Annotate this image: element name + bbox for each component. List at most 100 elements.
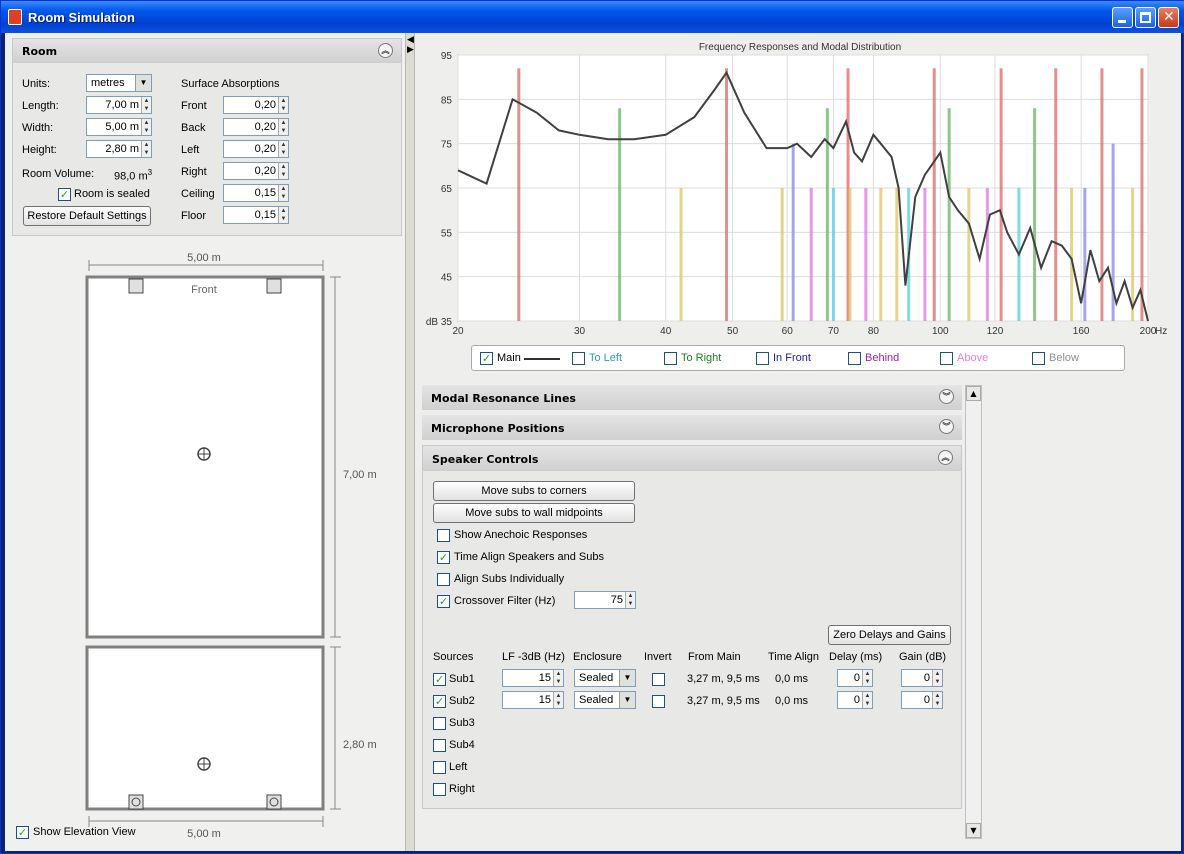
spinner-arrows-icon[interactable]: ▲ ▼ bbox=[625, 592, 635, 608]
show-elevation-checkbox[interactable]: ✓ bbox=[16, 826, 29, 839]
invert-checkbox[interactable]: ✓ bbox=[652, 695, 665, 708]
absorptions-title: Surface Absorptions bbox=[181, 78, 280, 90]
legend-checkbox-main[interactable]: ✓ bbox=[480, 352, 493, 365]
enclosure-select[interactable]: Sealed ▼ bbox=[574, 669, 636, 687]
spinner-arrows-icon[interactable]: ▲ ▼ bbox=[553, 692, 563, 708]
legend-checkbox-to-left[interactable]: ✓ bbox=[572, 352, 585, 365]
restore-defaults-button[interactable]: Restore Default Settings bbox=[23, 206, 151, 226]
elevation-mic-icon[interactable] bbox=[197, 757, 211, 771]
mode-line-2 bbox=[679, 188, 683, 321]
gain-spinner[interactable]: 0 ▲ ▼ bbox=[901, 669, 943, 687]
spinner-arrows-icon[interactable]: ▲ ▼ bbox=[278, 97, 288, 113]
crossover-checkbox[interactable]: ✓ bbox=[437, 595, 450, 608]
align-individually-checkbox[interactable]: ✓ bbox=[437, 573, 450, 586]
split-pane-divider[interactable]: ◀ ▶ bbox=[405, 33, 415, 851]
dropdown-arrow-icon[interactable]: ▼ bbox=[619, 692, 635, 708]
source-checkbox-right[interactable]: ✓ bbox=[433, 783, 446, 796]
width-label: Width: bbox=[22, 122, 54, 134]
mic-section-header[interactable]: Microphone Positions ︾ bbox=[422, 415, 962, 440]
sub1-elevation-icon[interactable] bbox=[128, 794, 144, 810]
title-bar[interactable]: Room Simulation ✕ bbox=[1, 1, 1184, 33]
x-tick-label: 30 bbox=[574, 326, 586, 337]
delay-spinner[interactable]: 0 ▲ ▼ bbox=[837, 691, 873, 709]
absorption-spinner-right[interactable]: 0,20 ▲ ▼ bbox=[223, 162, 289, 180]
room-sealed-checkbox[interactable]: ✓ bbox=[58, 188, 71, 201]
scroll-down-icon[interactable]: ▼ bbox=[966, 823, 981, 838]
invert-checkbox[interactable]: ✓ bbox=[652, 673, 665, 686]
spinner-arrows-icon[interactable]: ▲ ▼ bbox=[278, 207, 288, 223]
absorption-spinner-front[interactable]: 0,20 ▲ ▼ bbox=[223, 96, 289, 114]
maximize-button[interactable] bbox=[1135, 7, 1156, 28]
enclosure-select[interactable]: Sealed ▼ bbox=[574, 691, 636, 709]
source-checkbox-sub2[interactable]: ✓ bbox=[433, 695, 446, 708]
spinner-arrows-icon[interactable]: ▲ ▼ bbox=[278, 119, 288, 135]
spinner-arrows-icon[interactable]: ▲ ▼ bbox=[932, 692, 942, 708]
speaker-section-header[interactable]: Speaker Controls ︽ bbox=[423, 446, 961, 471]
move-subs-midpoints-button[interactable]: Move subs to wall midpoints bbox=[433, 503, 635, 523]
absorption-value: 0,20 bbox=[254, 99, 276, 111]
legend-checkbox-below[interactable]: ✓ bbox=[1032, 352, 1045, 365]
gain-spinner[interactable]: 0 ▲ ▼ bbox=[901, 691, 943, 709]
spinner-arrows-icon[interactable]: ▲ ▼ bbox=[278, 141, 288, 157]
anechoic-checkbox[interactable]: ✓ bbox=[437, 529, 450, 542]
from-main-value: 3,27 m, 9,5 ms bbox=[687, 673, 760, 685]
move-subs-corners-button[interactable]: Move subs to corners bbox=[433, 481, 635, 501]
spinner-arrows-icon[interactable]: ▲ ▼ bbox=[862, 670, 872, 686]
spinner-arrows-icon[interactable]: ▲ ▼ bbox=[553, 670, 563, 686]
lf-spinner[interactable]: 15 ▲ ▼ bbox=[502, 691, 564, 709]
close-button[interactable]: ✕ bbox=[1158, 7, 1179, 28]
absorption-spinner-floor[interactable]: 0,15 ▲ ▼ bbox=[223, 206, 289, 224]
divider-arrows-icon[interactable]: ◀ ▶ bbox=[407, 35, 414, 55]
frequency-response-chart[interactable]: Frequency Responses and Modal Distributi… bbox=[415, 33, 1181, 343]
units-select[interactable]: metres ▼ bbox=[86, 74, 152, 92]
source-checkbox-sub1[interactable]: ✓ bbox=[433, 673, 446, 686]
spinner-arrows-icon[interactable]: ▲ ▼ bbox=[278, 163, 288, 179]
collapse-chevron-icon[interactable]: ︽ bbox=[378, 43, 393, 58]
sub2-elevation-icon[interactable] bbox=[266, 794, 282, 810]
room-panel-header[interactable]: Room ︽ bbox=[13, 39, 401, 63]
spinner-arrows-icon[interactable]: ▲ ▼ bbox=[862, 692, 872, 708]
room-panel-title: Room bbox=[22, 45, 58, 58]
left-speaker-icon[interactable] bbox=[128, 278, 144, 294]
spinner-arrows-icon[interactable]: ▲ ▼ bbox=[141, 141, 151, 157]
legend-checkbox-behind[interactable]: ✓ bbox=[848, 352, 861, 365]
length-spinner[interactable]: 7,00 m ▲ ▼ bbox=[86, 96, 152, 114]
spinner-arrows-icon[interactable]: ▲ ▼ bbox=[278, 185, 288, 201]
legend-checkbox-above[interactable]: ✓ bbox=[940, 352, 953, 365]
scroll-up-icon[interactable]: ▲ bbox=[966, 386, 981, 401]
right-speaker-icon[interactable] bbox=[266, 278, 282, 294]
collapse-chevron-icon[interactable]: ︽ bbox=[938, 450, 953, 465]
absorption-spinner-left[interactable]: 0,20 ▲ ▼ bbox=[223, 140, 289, 158]
width-spinner[interactable]: 5,00 m ▲ ▼ bbox=[86, 118, 152, 136]
dropdown-arrow-icon[interactable]: ▼ bbox=[135, 75, 151, 91]
delay-spinner[interactable]: 0 ▲ ▼ bbox=[837, 669, 873, 687]
height-spinner[interactable]: 2,80 m ▲ ▼ bbox=[86, 140, 152, 158]
y-tick-label: 55 bbox=[441, 228, 453, 239]
source-checkbox-sub3[interactable]: ✓ bbox=[433, 717, 446, 730]
absorption-value: 0,15 bbox=[254, 209, 276, 221]
absorption-value: 0,20 bbox=[254, 143, 276, 155]
expand-chevron-icon[interactable]: ︾ bbox=[939, 389, 954, 404]
dropdown-arrow-icon[interactable]: ▼ bbox=[619, 670, 635, 686]
legend-checkbox-to-right[interactable]: ✓ bbox=[664, 352, 677, 365]
vertical-scrollbar[interactable]: ▲ ▼ bbox=[965, 385, 982, 839]
absorption-spinner-back[interactable]: 0,20 ▲ ▼ bbox=[223, 118, 289, 136]
zero-delays-gains-button[interactable]: Zero Delays and Gains bbox=[828, 625, 951, 645]
source-checkbox-left[interactable]: ✓ bbox=[433, 761, 446, 774]
listener-mic-icon[interactable] bbox=[197, 447, 211, 461]
lf-spinner[interactable]: 15 ▲ ▼ bbox=[502, 669, 564, 687]
spinner-arrows-icon[interactable]: ▲ ▼ bbox=[141, 119, 151, 135]
modal-section-header[interactable]: Modal Resonance Lines ︾ bbox=[422, 385, 962, 410]
source-checkbox-sub4[interactable]: ✓ bbox=[433, 739, 446, 752]
minimize-button[interactable] bbox=[1112, 7, 1133, 28]
time-align-checkbox[interactable]: ✓ bbox=[437, 551, 450, 564]
legend-checkbox-in-front[interactable]: ✓ bbox=[756, 352, 769, 365]
expand-chevron-icon[interactable]: ︾ bbox=[939, 419, 954, 434]
spinner-arrows-icon[interactable]: ▲ ▼ bbox=[932, 670, 942, 686]
legend-label-main: Main bbox=[497, 352, 521, 364]
spinner-arrows-icon[interactable]: ▲ ▼ bbox=[141, 97, 151, 113]
room-plan-view[interactable]: 5,00 m 7,00 m Front 2,80 m 5,00 m bbox=[5, 243, 405, 843]
source-label: Left bbox=[449, 761, 468, 773]
crossover-spinner[interactable]: 75 ▲ ▼ bbox=[574, 591, 636, 609]
absorption-spinner-ceiling[interactable]: 0,15 ▲ ▼ bbox=[223, 184, 289, 202]
